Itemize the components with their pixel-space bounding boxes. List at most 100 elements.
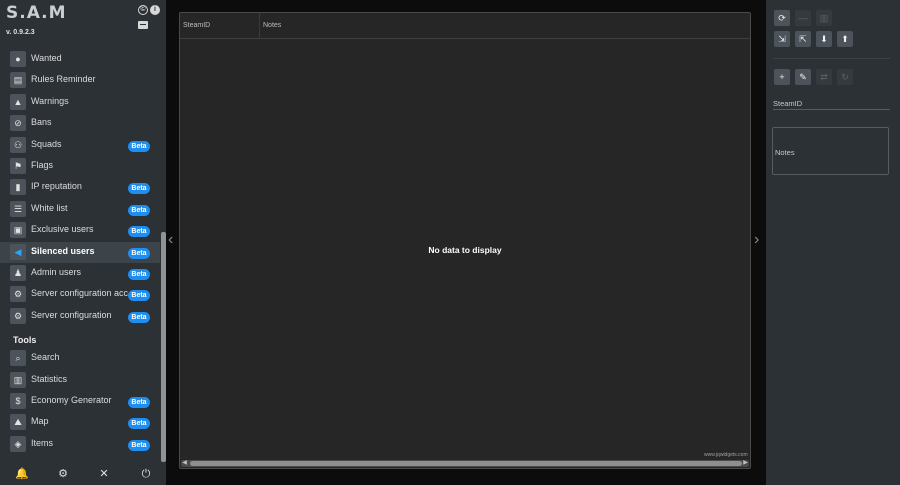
copyright-icon[interactable]: © <box>138 5 148 15</box>
toolbar-divider <box>773 58 890 59</box>
sidebar-item-label: Bans <box>31 117 52 128</box>
clipboard-icon: ▣ <box>10 222 26 239</box>
gear-icon[interactable]: ⚙ <box>56 467 70 481</box>
import-button[interactable]: ⇲ <box>774 31 790 47</box>
column-header-steamid[interactable]: SteamID <box>180 13 260 39</box>
gears-icon: ⚙ <box>10 307 26 324</box>
collapse-right-icon[interactable]: › <box>754 232 764 248</box>
info-icon[interactable]: i <box>150 5 160 15</box>
beta-badge: Beta <box>128 290 150 302</box>
beta-badge: Beta <box>128 204 150 216</box>
ip-file-icon: ▮ <box>10 179 26 196</box>
beta-badge: Beta <box>128 311 150 323</box>
warning-icon: ▲ <box>10 93 26 110</box>
sidebar-menu: ● Wanted ▤ Rules Reminder ▲ Warnings ⊘ Bans ⚇ Squ… <box>0 40 160 462</box>
sidebar-item-label: Map <box>31 416 49 427</box>
chart-icon: ▥ <box>10 371 26 388</box>
sidebar-item-wanted[interactable]: ● Wanted <box>0 49 160 70</box>
sidebar-item-warnings[interactable]: ▲ Warnings <box>0 92 160 113</box>
sidebar-item-squads[interactable]: ⚇ Squads Beta <box>0 135 160 156</box>
sidebar-item-bans[interactable]: ⊘ Bans <box>0 113 160 134</box>
sidebar-item-label: Rules Reminder <box>31 74 96 85</box>
document-icon: ▤ <box>10 72 26 89</box>
user-gear-icon: ⚙ <box>10 286 26 303</box>
upload-button[interactable]: ⬆ <box>837 31 853 47</box>
sidebar-item-white-list[interactable]: ☰ White list Beta <box>0 199 160 220</box>
logo-area: S.A.M v. 0.9.2.3 © i <box>0 0 166 40</box>
sidebar-item-label: Statistics <box>31 373 68 384</box>
sidebar-item-label: Wanted <box>31 53 62 63</box>
ban-user-icon: ⊘ <box>10 115 26 132</box>
redo-button[interactable]: ↻ <box>837 69 853 85</box>
sidebar-item-label: IP reputation <box>31 181 82 192</box>
sidebar-item-search[interactable]: ⌕ Search <box>0 348 160 369</box>
search-icon: ⌕ <box>10 350 26 367</box>
users-icon: ⚇ <box>10 136 26 153</box>
sidebar-item-exclusive-users[interactable]: ▣ Exclusive users Beta <box>0 220 160 241</box>
console-icon[interactable] <box>138 21 148 29</box>
column-header-notes[interactable]: Notes <box>260 13 750 39</box>
sidebar-item-label: Silenced users <box>31 245 95 256</box>
app-logo: S.A.M <box>6 3 67 23</box>
sidebar-footer: 🔔 ⚙ ✕ ⏻ <box>0 463 166 485</box>
beta-badge: Beta <box>128 269 150 280</box>
sidebar-item-label: Search <box>31 352 60 363</box>
sidebar-item-map[interactable]: ⛰ Map Beta <box>0 412 160 433</box>
sidebar-item-flags[interactable]: ⚑ Flags <box>0 156 160 177</box>
steamid-field[interactable] <box>773 109 890 110</box>
steamid-field-label: SteamID <box>773 99 803 108</box>
horizontal-scrollbar-thumb[interactable] <box>190 461 742 466</box>
sidebar-item-server-configuration-acce[interactable]: ⚙ Server configuration acce Beta <box>0 284 160 305</box>
beta-badge: Beta <box>128 183 150 195</box>
scroll-right-icon[interactable]: ▶ <box>742 460 749 467</box>
sidebar-item-label: White list <box>31 202 68 213</box>
section-title-tools: Tools <box>13 335 37 346</box>
delete-button[interactable]: ▥ <box>816 10 832 26</box>
sidebar-item-label: Exclusive users <box>31 224 94 235</box>
edit-button[interactable]: ✎ <box>795 69 811 85</box>
sidebar-item-silenced-users[interactable]: ◀ Silenced users Beta <box>0 241 160 263</box>
beta-badge: Beta <box>128 418 150 430</box>
sidebar-item-statistics[interactable]: ▥ Statistics <box>0 370 160 391</box>
empty-message: No data to display <box>428 245 502 255</box>
sidebar-item-label: Server configuration <box>31 309 112 320</box>
remove-button[interactable]: — <box>795 10 811 26</box>
repeat-button[interactable]: ⇄ <box>816 69 832 85</box>
economy-icon: $ <box>10 393 26 409</box>
sidebar-item-items[interactable]: ◈ Items Beta <box>0 434 160 455</box>
sidebar-item-rules-reminder[interactable]: ▤ Rules Reminder <box>0 70 160 91</box>
power-icon[interactable]: ⏻ <box>139 467 153 481</box>
download-button[interactable]: ⬇ <box>816 31 832 47</box>
app-window: S.A.M v. 0.9.2.3 © i ● Wanted ▤ Rules Remin… <box>0 0 900 485</box>
sidebar-item-economy-generator[interactable]: $ Economy Generator Beta <box>0 391 160 412</box>
sidebar-item-label: Economy Generator <box>31 395 112 405</box>
beta-badge: Beta <box>128 226 150 238</box>
box-icon: ◈ <box>10 435 26 452</box>
notes-field[interactable]: Notes <box>772 127 889 175</box>
scroll-left-icon[interactable]: ◀ <box>181 460 188 467</box>
map-icon: ⛰ <box>10 414 26 431</box>
export-button[interactable]: ⇱ <box>795 31 811 47</box>
collapse-left-icon[interactable]: ‹ <box>168 232 178 248</box>
beta-badge: Beta <box>128 140 150 152</box>
grid-header: SteamID Notes <box>180 13 750 39</box>
watermark[interactable]: www.jqwidgets.com <box>704 452 748 458</box>
add-button[interactable]: + <box>774 69 790 85</box>
sidebar: S.A.M v. 0.9.2.3 © i ● Wanted ▤ Rules Remin… <box>0 0 166 485</box>
tools-icon[interactable]: ✕ <box>97 467 111 481</box>
sidebar-item-ip-reputation[interactable]: ▮ IP reputation Beta <box>0 177 160 198</box>
main-content: ‹ SteamID Notes No data to display www.j… <box>166 0 766 485</box>
info-circle-icon: ● <box>10 51 26 67</box>
bell-icon[interactable]: 🔔 <box>15 467 29 481</box>
beta-badge: Beta <box>128 439 150 451</box>
sidebar-item-label: Items <box>31 437 54 448</box>
user-shield-icon: ♟ <box>10 265 26 281</box>
sidebar-item-server-configuration[interactable]: ⚙ Server configuration Beta <box>0 306 160 327</box>
horizontal-scrollbar[interactable]: ◀ ▶ <box>181 460 749 467</box>
mute-icon: ◀ <box>10 243 26 260</box>
refresh-button[interactable]: ⟳ <box>774 10 790 26</box>
sidebar-item-admin-users[interactable]: ♟ Admin users Beta <box>0 263 160 284</box>
sidebar-item-label: Flags <box>31 160 54 170</box>
list-icon: ☰ <box>10 200 26 217</box>
sidebar-item-label: Squads <box>31 138 62 149</box>
